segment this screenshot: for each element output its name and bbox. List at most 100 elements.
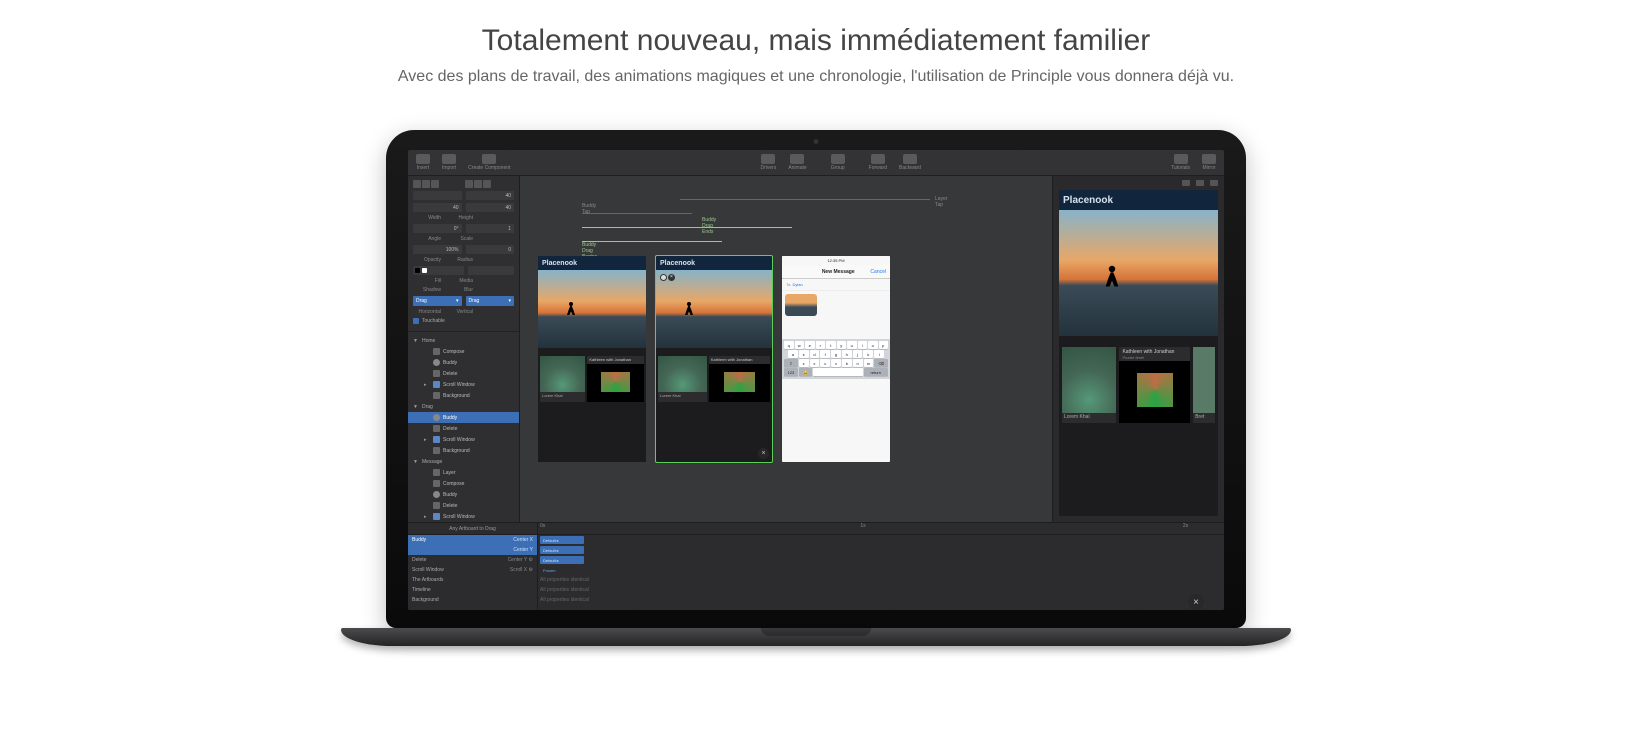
timeline-bar[interactable]: Default ▸: [540, 556, 584, 564]
angle-field[interactable]: 0°: [413, 224, 462, 233]
media-field[interactable]: [468, 266, 515, 275]
create-component-button[interactable]: Create Component: [464, 154, 514, 171]
keyboard-key[interactable]: ⌫: [874, 359, 888, 367]
timeline-row[interactable]: Background: [408, 595, 537, 605]
keyboard-key[interactable]: a: [788, 350, 798, 358]
keyboard-key[interactable]: p: [879, 341, 889, 349]
cancel-button[interactable]: Cancel: [870, 269, 886, 275]
x-field[interactable]: [413, 191, 462, 200]
timeline-row[interactable]: Scroll WindowScroll X ⚙: [408, 565, 537, 575]
keyboard-key[interactable]: k: [863, 350, 873, 358]
keyboard-key[interactable]: o: [868, 341, 878, 349]
layer-item[interactable]: ▸Scroll Window: [408, 379, 519, 390]
keyboard-key[interactable]: ⇧: [784, 359, 798, 367]
attachment-thumbnail[interactable]: [785, 294, 817, 316]
keyboard-key[interactable]: [813, 368, 862, 376]
align-icon[interactable]: [474, 180, 482, 188]
timeline-bar[interactable]: Default ▸: [540, 536, 584, 544]
timeline-row[interactable]: DeleteCenter Y ⚙: [408, 555, 537, 565]
timeline-row[interactable]: BuddyCenter X: [408, 535, 537, 545]
layer-item[interactable]: Background: [408, 390, 519, 401]
radius-field[interactable]: 0: [466, 245, 515, 254]
selection-handle[interactable]: [660, 274, 667, 281]
keyboard-key[interactable]: g: [831, 350, 841, 358]
layer-item[interactable]: Delete: [408, 500, 519, 511]
artboard-drag[interactable]: Placenook × Lorem Khal Kathleen with: [656, 256, 772, 462]
keyboard-key[interactable]: d: [810, 350, 820, 358]
canvas[interactable]: Layer Tap Buddy Tap Buddy Drag Ends Budd…: [520, 176, 1052, 522]
keyboard-key[interactable]: s: [799, 350, 809, 358]
selection-handle[interactable]: ×: [668, 274, 675, 281]
align-icon[interactable]: [422, 180, 430, 188]
keyboard-key[interactable]: f: [820, 350, 830, 358]
layer-group[interactable]: ▼Home: [408, 335, 519, 346]
keyboard-key[interactable]: t: [826, 341, 836, 349]
close-icon[interactable]: ×: [758, 448, 769, 459]
layer-item[interactable]: Background: [408, 445, 519, 456]
drivers-button[interactable]: Drivers: [756, 154, 780, 171]
layer-group[interactable]: ▼Drag: [408, 401, 519, 412]
mirror-button[interactable]: Mirror: [1198, 154, 1220, 171]
layer-item[interactable]: Compose: [408, 346, 519, 357]
y-field[interactable]: 40: [466, 191, 515, 200]
keyboard-key[interactable]: q: [784, 341, 794, 349]
keyboard-key[interactable]: e: [805, 341, 815, 349]
keyboard-key[interactable]: i: [858, 341, 868, 349]
timeline-row[interactable]: Center Y: [408, 545, 537, 555]
layer-item[interactable]: ▸Scroll Window: [408, 511, 519, 522]
timeline-bar[interactable]: Frozen: [540, 566, 578, 574]
keyboard-key[interactable]: m: [864, 359, 874, 367]
keyboard-key[interactable]: 123: [784, 368, 798, 376]
keyboard-key[interactable]: z: [799, 359, 809, 367]
height-field[interactable]: 40: [466, 203, 515, 212]
keyboard-key[interactable]: n: [853, 359, 863, 367]
fill-swatch[interactable]: [413, 266, 464, 275]
timeline-bar[interactable]: Default ▸: [540, 546, 584, 554]
touchable-checkbox[interactable]: Touchable: [413, 318, 445, 324]
import-button[interactable]: Import: [438, 154, 460, 171]
layer-item[interactable]: Delete: [408, 423, 519, 434]
cast-icon[interactable]: [1210, 180, 1218, 186]
keyboard-key[interactable]: b: [842, 359, 852, 367]
align-icon[interactable]: [413, 180, 421, 188]
keyboard-key[interactable]: c: [820, 359, 830, 367]
layer-item[interactable]: Layer: [408, 467, 519, 478]
layer-item[interactable]: Buddy: [408, 412, 519, 423]
vscroll-select[interactable]: Drag▾: [466, 296, 515, 306]
rewind-icon[interactable]: [1182, 180, 1190, 186]
layer-item[interactable]: ▸Scroll Window: [408, 434, 519, 445]
timeline-row[interactable]: The Artboards: [408, 575, 537, 585]
artboard-home[interactable]: Placenook Lorem Khal Kathleen with Jonat…: [538, 256, 646, 462]
insert-button[interactable]: Insert: [412, 154, 434, 171]
align-icon[interactable]: [483, 180, 491, 188]
width-field[interactable]: 40: [413, 203, 462, 212]
keyboard-key[interactable]: r: [816, 341, 826, 349]
backward-button[interactable]: Backward: [895, 154, 925, 171]
layer-item[interactable]: Delete: [408, 368, 519, 379]
layer-item[interactable]: Compose: [408, 478, 519, 489]
keyboard-key[interactable]: w: [795, 341, 805, 349]
group-button[interactable]: Group: [827, 154, 849, 171]
layer-group[interactable]: ▼Message: [408, 456, 519, 467]
keyboard-key[interactable]: u: [847, 341, 857, 349]
keyboard-key[interactable]: l: [874, 350, 884, 358]
forward-button[interactable]: Forward: [865, 154, 891, 171]
keyboard-key[interactable]: v: [831, 359, 841, 367]
opacity-field[interactable]: 100%: [413, 245, 462, 254]
keyboard-key[interactable]: y: [837, 341, 847, 349]
align-icon[interactable]: [431, 180, 439, 188]
align-icon[interactable]: [465, 180, 473, 188]
timeline-row[interactable]: Timeline: [408, 585, 537, 595]
keyboard-key[interactable]: return: [864, 368, 889, 376]
record-icon[interactable]: [1196, 180, 1204, 186]
layer-item[interactable]: Buddy: [408, 489, 519, 500]
hscroll-select[interactable]: Drag▾: [413, 296, 462, 306]
scale-field[interactable]: 1: [466, 224, 515, 233]
animate-button[interactable]: Animate: [784, 154, 810, 171]
keyboard-key[interactable]: x: [810, 359, 820, 367]
tutorials-button[interactable]: Tutorials: [1167, 154, 1194, 171]
keyboard-key[interactable]: h: [842, 350, 852, 358]
keyboard-key[interactable]: j: [853, 350, 863, 358]
layer-item[interactable]: Buddy: [408, 357, 519, 368]
keyboard-key[interactable]: 😀: [799, 368, 813, 376]
